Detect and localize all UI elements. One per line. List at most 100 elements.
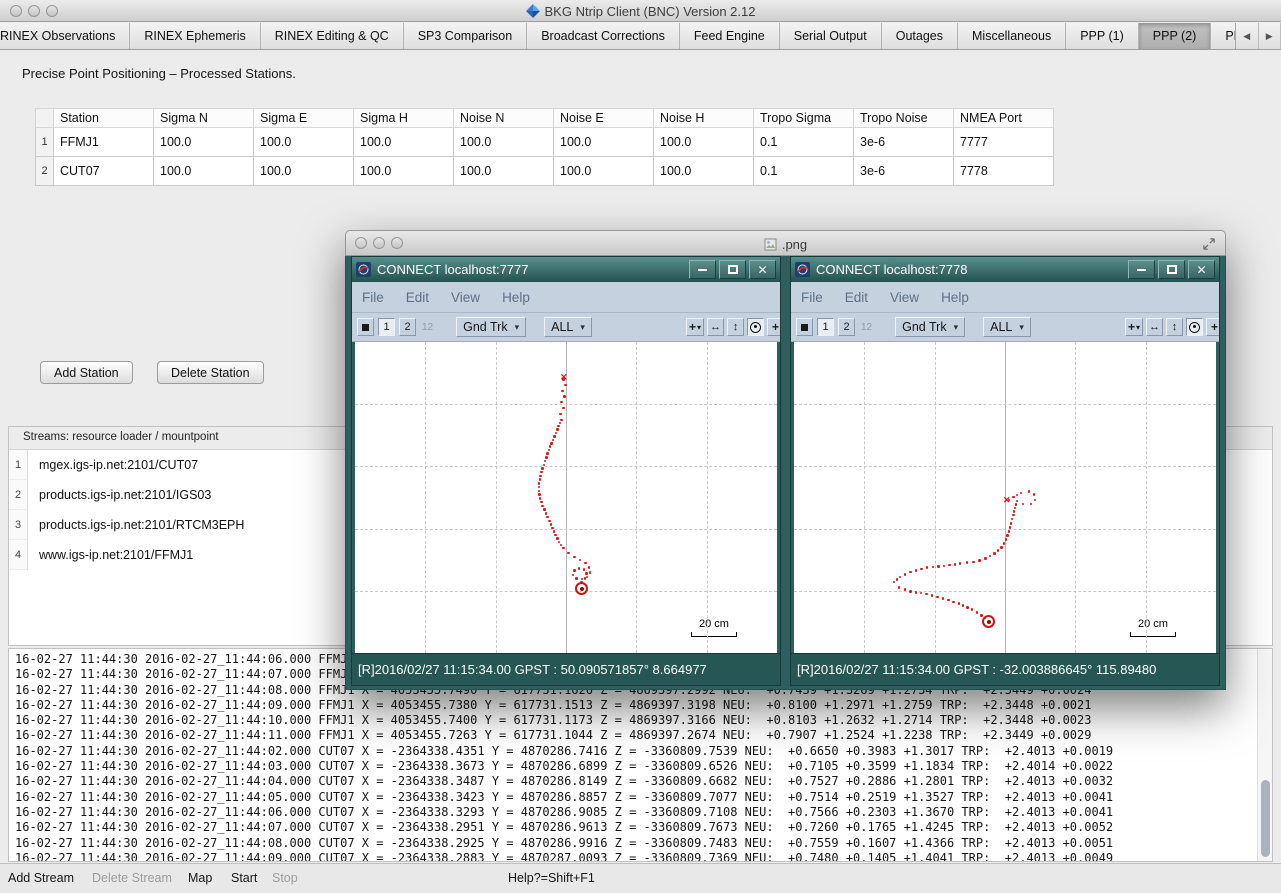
menu-help[interactable]: Help bbox=[502, 290, 530, 305]
png-viewer-titlebar[interactable]: .png bbox=[345, 230, 1226, 256]
table-cell[interactable]: 100.0 bbox=[154, 128, 254, 157]
table-cell[interactable]: 100.0 bbox=[654, 128, 754, 157]
log-scrollbar[interactable] bbox=[1257, 649, 1272, 861]
minimize-button[interactable] bbox=[1128, 260, 1155, 279]
tab-rinex-ephemeris[interactable]: RINEX Ephemeris bbox=[130, 23, 260, 49]
tab-rinex-observations[interactable]: RINEX Observations bbox=[0, 23, 130, 49]
track-point bbox=[947, 599, 950, 602]
table-cell[interactable]: 100.0 bbox=[354, 157, 454, 186]
table-row: 1FFMJ1100.0100.0100.0100.0100.0100.00.13… bbox=[36, 128, 1054, 157]
zoom-1-button[interactable]: 1 bbox=[817, 318, 834, 336]
table-cell[interactable]: FFMJ1 bbox=[54, 128, 154, 157]
track-point bbox=[584, 577, 587, 580]
connect-titlebar[interactable]: CONNECT localhost:7778 ✕ bbox=[791, 257, 1219, 282]
table-cell[interactable]: 100.0 bbox=[554, 157, 654, 186]
zoom-2-button[interactable]: 2 bbox=[838, 318, 855, 336]
main-titlebar[interactable]: BKG Ntrip Client (BNC) Version 2.12 bbox=[0, 0, 1281, 22]
table-cell[interactable]: 100.0 bbox=[254, 157, 354, 186]
table-cell[interactable]: 100.0 bbox=[654, 157, 754, 186]
center-track-button[interactable] bbox=[747, 318, 764, 336]
satellite-dropdown[interactable]: ALL ▾ bbox=[983, 317, 1031, 337]
menu-edit[interactable]: Edit bbox=[845, 290, 868, 305]
pan-tool-button[interactable]: + bbox=[767, 318, 781, 336]
start-action[interactable]: Start bbox=[231, 864, 257, 893]
table-cell[interactable]: 100.0 bbox=[454, 157, 554, 186]
fit-width-button[interactable]: ↔ bbox=[707, 318, 724, 336]
stream-row-number: 3 bbox=[9, 510, 28, 540]
grid-line bbox=[425, 342, 426, 653]
tab-serial-output[interactable]: Serial Output bbox=[780, 23, 882, 49]
plot-type-dropdown[interactable]: Gnd Trk ▾ bbox=[456, 317, 526, 337]
marker-size-button[interactable] bbox=[357, 318, 374, 336]
table-cell[interactable]: 0.1 bbox=[754, 128, 854, 157]
grid-line bbox=[355, 466, 777, 467]
plot-area[interactable]: 20 cm ✕ bbox=[352, 342, 780, 653]
track-point bbox=[1034, 499, 1037, 502]
tab-outages[interactable]: Outages bbox=[882, 23, 958, 49]
zoom-1-button[interactable]: 1 bbox=[378, 318, 395, 336]
plot-type-dropdown[interactable]: Gnd Trk ▾ bbox=[895, 317, 965, 337]
add-stream-action[interactable]: Add Stream bbox=[8, 864, 74, 893]
table-cell[interactable]: CUT07 bbox=[54, 157, 154, 186]
log-line: 16-02-27 11:44:30 2016-02-27_11:44:10.00… bbox=[15, 713, 1256, 728]
track-point bbox=[550, 442, 553, 445]
table-cell[interactable]: 100.0 bbox=[354, 128, 454, 157]
zoom-tool-button[interactable]: +▾ bbox=[1125, 318, 1143, 336]
close-button[interactable]: ✕ bbox=[749, 260, 776, 279]
column-header: Tropo Noise bbox=[854, 109, 954, 128]
tab-rinex-editing-qc[interactable]: RINEX Editing & QC bbox=[261, 23, 404, 49]
table-cell[interactable]: 100.0 bbox=[454, 128, 554, 157]
tab-miscellaneous[interactable]: Miscellaneous bbox=[958, 23, 1066, 49]
center-track-button[interactable] bbox=[1186, 318, 1203, 336]
table-cell[interactable]: 7777 bbox=[954, 128, 1054, 157]
fit-height-button[interactable]: ↕ bbox=[727, 318, 744, 336]
maximize-button[interactable] bbox=[719, 260, 746, 279]
minimize-button[interactable] bbox=[689, 260, 716, 279]
fit-height-button[interactable]: ↕ bbox=[1166, 318, 1183, 336]
plot-area[interactable]: 20 cm ✕ bbox=[791, 342, 1219, 653]
menu-help[interactable]: Help bbox=[941, 290, 969, 305]
table-cell[interactable]: 100.0 bbox=[254, 128, 354, 157]
delete-station-button[interactable]: Delete Station bbox=[157, 361, 264, 384]
tab-ppp-1[interactable]: PPP (1) bbox=[1066, 23, 1139, 49]
log-scrollbar-thumb[interactable] bbox=[1261, 780, 1270, 856]
track-point bbox=[1020, 492, 1023, 495]
tab-sp3-comparison[interactable]: SP3 Comparison bbox=[404, 23, 528, 49]
connect-titlebar[interactable]: CONNECT localhost:7777 ✕ bbox=[352, 257, 780, 282]
stream-row-number: 2 bbox=[9, 480, 28, 510]
tab-overflow[interactable]: PPP bbox=[1211, 23, 1235, 49]
close-button[interactable]: ✕ bbox=[1188, 260, 1215, 279]
table-cell[interactable]: 7778 bbox=[954, 157, 1054, 186]
pan-tool-button[interactable]: + bbox=[1206, 318, 1220, 336]
satellite-dropdown[interactable]: ALL ▾ bbox=[544, 317, 592, 337]
tab-feed-engine[interactable]: Feed Engine bbox=[680, 23, 780, 49]
track-point bbox=[1006, 534, 1009, 537]
maximize-button[interactable] bbox=[1158, 260, 1185, 279]
menu-file[interactable]: File bbox=[801, 290, 823, 305]
menu-edit[interactable]: Edit bbox=[406, 290, 429, 305]
tab-scroll-right-icon[interactable]: ▶ bbox=[1259, 23, 1281, 49]
track-point bbox=[553, 530, 556, 533]
table-cell[interactable]: 3e-6 bbox=[854, 128, 954, 157]
map-action[interactable]: Map bbox=[188, 864, 212, 893]
track-point bbox=[540, 501, 543, 504]
fit-width-button[interactable]: ↔ bbox=[1146, 318, 1163, 336]
menu-file[interactable]: File bbox=[362, 290, 384, 305]
add-station-button[interactable]: Add Station bbox=[40, 361, 133, 384]
menu-view[interactable]: View bbox=[890, 290, 919, 305]
streams-label: Streams: resource loader / mountpoint bbox=[23, 431, 219, 443]
fullscreen-icon[interactable] bbox=[1202, 237, 1216, 251]
tab-scroll-left-icon[interactable]: ◀ bbox=[1236, 23, 1259, 49]
zoom-tool-button[interactable]: +▾ bbox=[686, 318, 704, 336]
table-cell[interactable]: 0.1 bbox=[754, 157, 854, 186]
table-cell[interactable]: 100.0 bbox=[554, 128, 654, 157]
marker-size-button[interactable] bbox=[796, 318, 813, 336]
tab-broadcast-corrections[interactable]: Broadcast Corrections bbox=[527, 23, 680, 49]
tab-ppp-2[interactable]: PPP (2) bbox=[1139, 23, 1212, 49]
track-point bbox=[588, 566, 591, 569]
zoom-2-button[interactable]: 2 bbox=[399, 318, 416, 336]
table-cell[interactable]: 100.0 bbox=[154, 157, 254, 186]
table-cell[interactable]: 3e-6 bbox=[854, 157, 954, 186]
track-point bbox=[548, 449, 551, 452]
menu-view[interactable]: View bbox=[451, 290, 480, 305]
